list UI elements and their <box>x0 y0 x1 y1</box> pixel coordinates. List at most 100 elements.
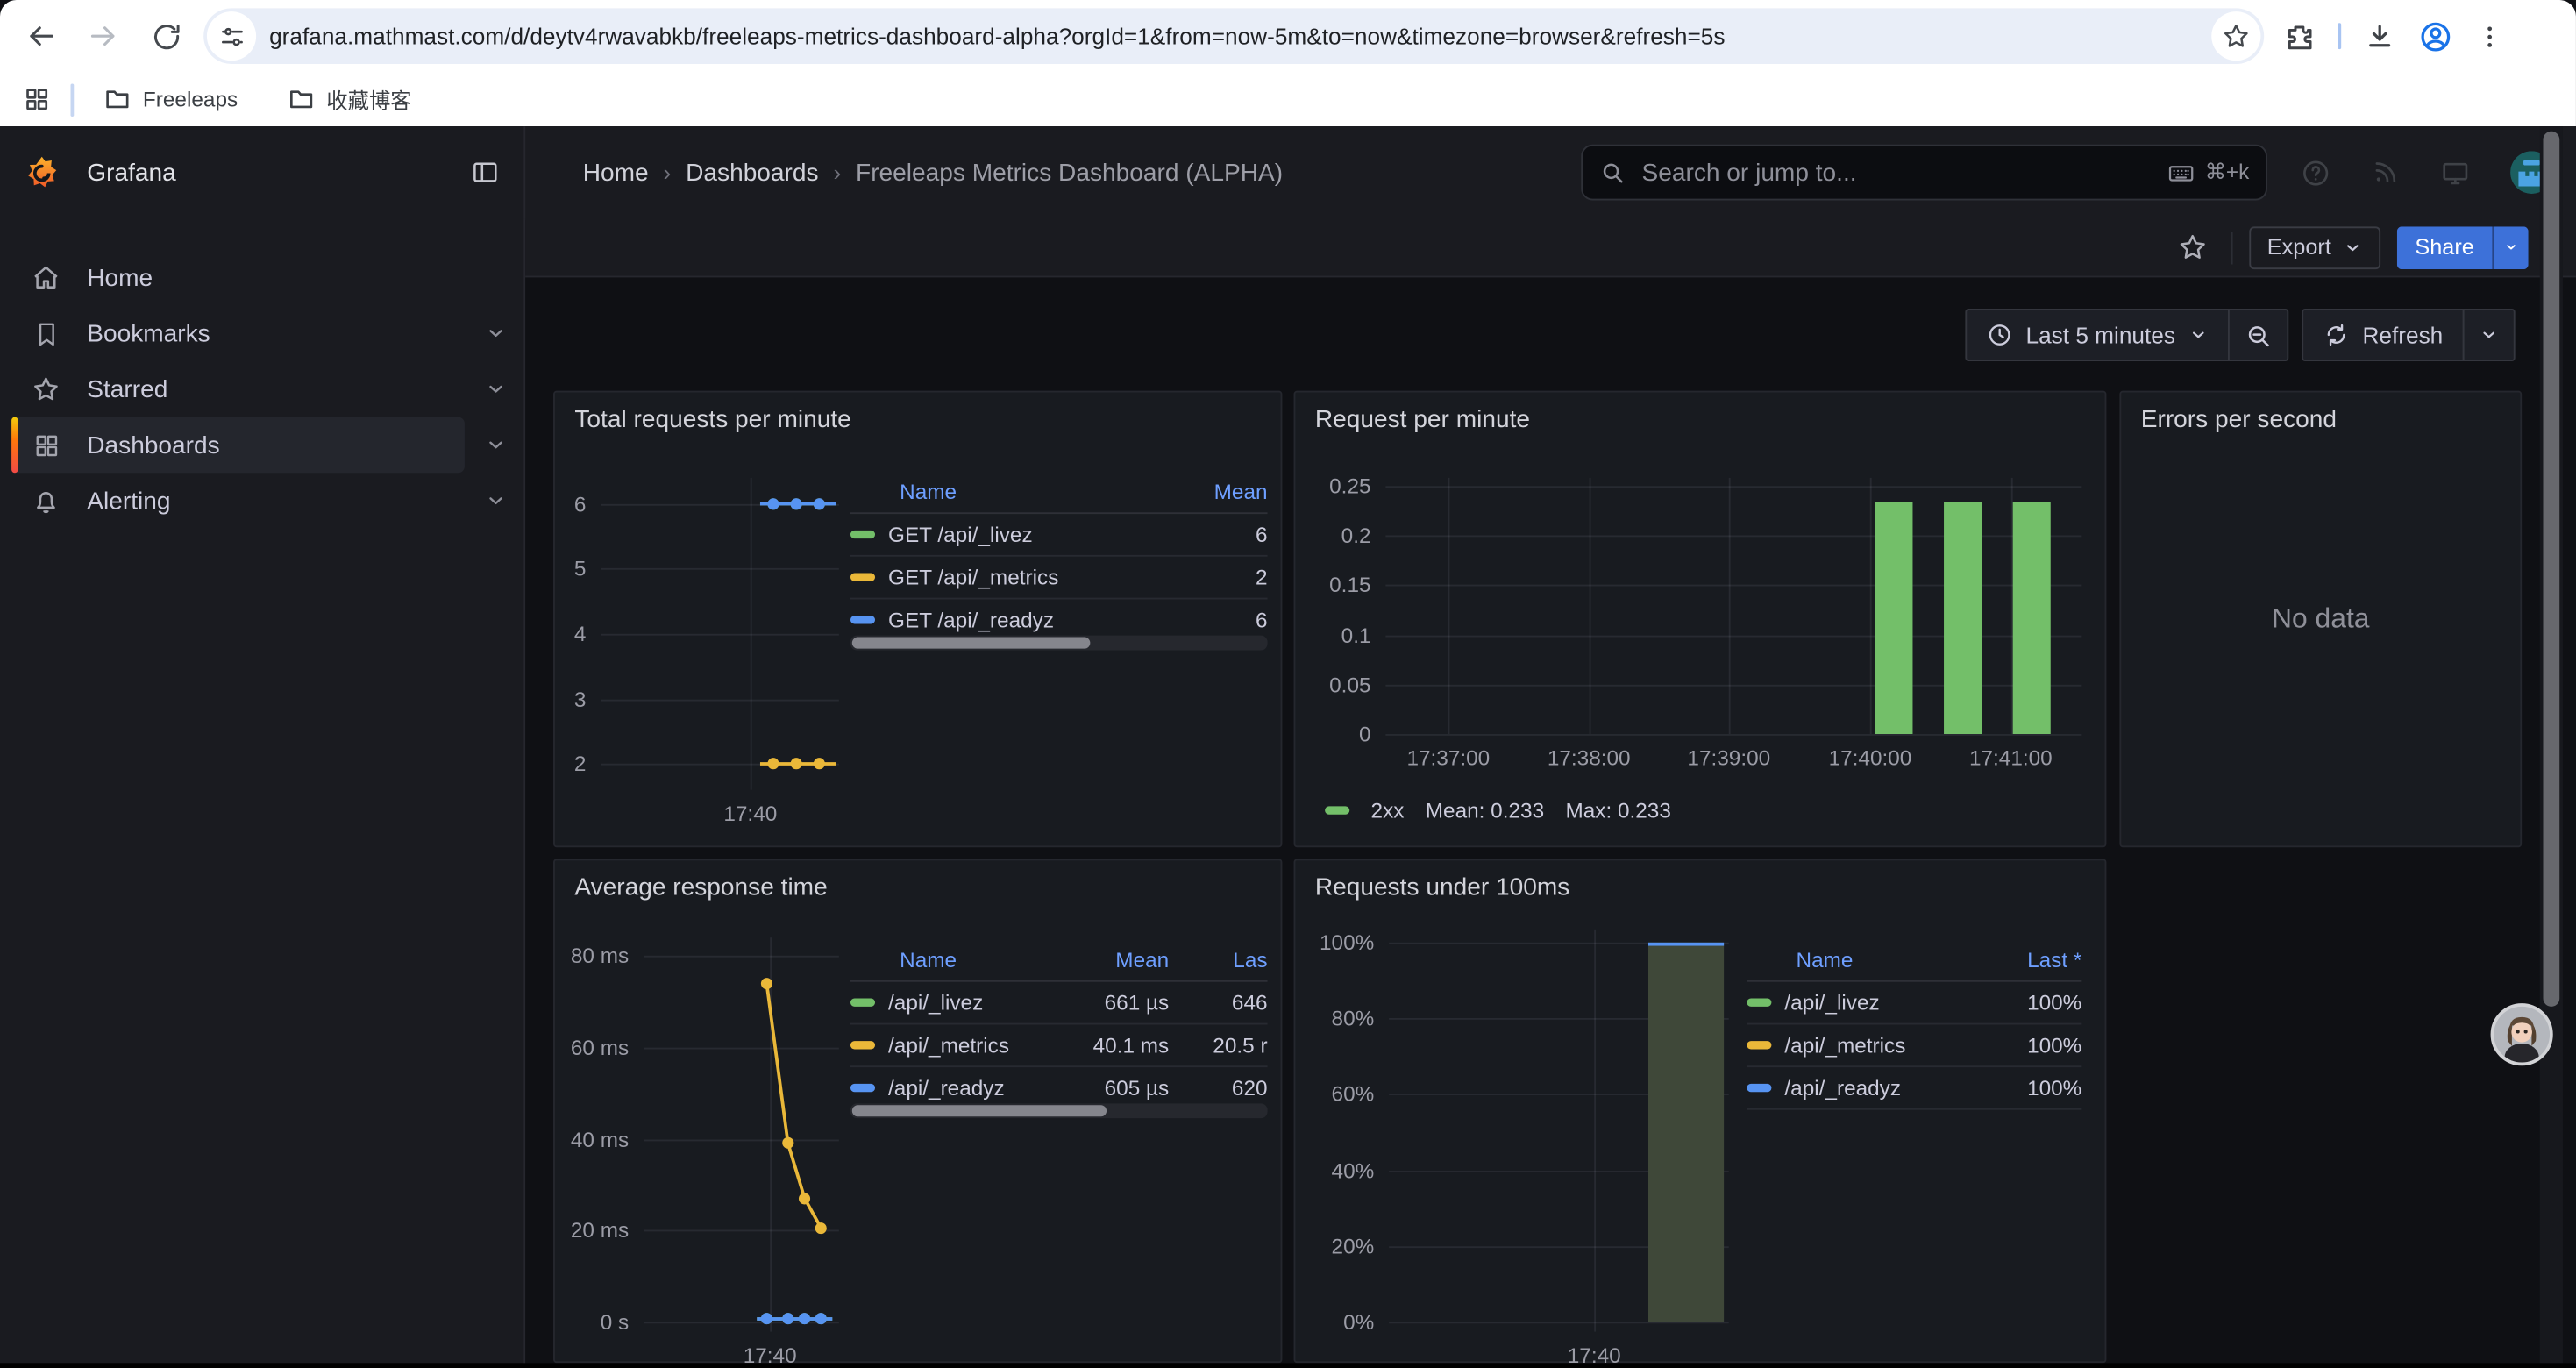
time-controls: Last 5 minutes Refresh <box>1965 309 2515 361</box>
browser-menu-icon[interactable] <box>2476 22 2504 50</box>
bookmark-folder-freeleaps[interactable]: Freeleaps <box>90 78 251 121</box>
sidebar-item-label: Home <box>87 264 465 292</box>
data-point-GET /api/_metrics <box>814 758 825 769</box>
header-icons <box>2300 151 2552 194</box>
chevron-down-icon[interactable] <box>484 489 507 512</box>
panel-title[interactable]: Average response time <box>574 873 827 901</box>
breadcrumb-home[interactable]: Home <box>583 159 649 187</box>
legend-inline: 2xx Mean: 0.233 Max: 0.233 <box>1325 798 1671 823</box>
legend-col-name[interactable]: Name <box>850 946 1084 971</box>
zoom-out-icon <box>2245 321 2273 349</box>
news-rss-icon[interactable] <box>2371 158 2401 188</box>
legend-scrollbar[interactable] <box>850 636 1268 651</box>
series-name[interactable]: /api/_readyz <box>888 1075 1005 1100</box>
series-name[interactable]: GET /api/_livez <box>888 522 1033 546</box>
chevron-down-icon[interactable] <box>484 433 507 456</box>
downloads-icon[interactable] <box>2364 20 2395 52</box>
page-scrollbar-thumb[interactable] <box>2544 132 2560 1007</box>
favorite-dashboard-button[interactable] <box>2170 225 2215 270</box>
brand-name[interactable]: Grafana <box>87 159 175 187</box>
chart-requests-under-100ms[interactable]: 100%80%60%40%20%0%17:40 <box>1389 930 1729 1332</box>
legend-scrollbar-thumb[interactable] <box>852 1105 1107 1116</box>
sidebar-item-dashboards[interactable]: Dashboards <box>11 417 465 474</box>
y-axis-tick-label: 6 <box>550 491 586 516</box>
sidebar-item-alerting[interactable]: Alerting <box>11 473 465 529</box>
monitor-icon[interactable] <box>2440 157 2472 189</box>
zoom-out-time-button[interactable] <box>2228 309 2288 361</box>
series-name[interactable]: /api/_metrics <box>1784 1033 1905 1058</box>
breadcrumb: Home › Dashboards › Freeleaps Metrics Da… <box>583 159 1581 187</box>
search-input[interactable] <box>1639 157 2154 189</box>
grafana-header: Grafana Home › Dashboards › Freeleaps Me… <box>0 126 2576 220</box>
y-axis-tick-label: 0.2 <box>1315 524 1371 548</box>
series-name[interactable]: /api/_livez <box>888 990 983 1015</box>
panel-title[interactable]: Total requests per minute <box>574 406 850 434</box>
search-box[interactable]: ⌘+k <box>1581 145 2267 201</box>
line-/api/_metrics <box>766 983 821 1228</box>
series-name[interactable]: /api/_metrics <box>888 1033 1009 1058</box>
export-button[interactable]: Export <box>2249 225 2380 268</box>
sidebar-item-home[interactable]: Home <box>11 250 465 306</box>
series-name[interactable]: 2xx <box>1371 798 1405 823</box>
sidebar-item-starred[interactable]: Starred <box>11 361 465 417</box>
grafana-logo[interactable] <box>23 153 60 191</box>
apps-grid-icon[interactable] <box>23 85 51 113</box>
sidebar-toggle-icon[interactable] <box>470 158 502 188</box>
browser-reload-button[interactable] <box>138 8 194 64</box>
browser-back-button[interactable] <box>13 8 69 64</box>
breadcrumb-dashboards[interactable]: Dashboards <box>686 159 818 187</box>
chevron-down-icon[interactable] <box>484 378 507 401</box>
browser-toolbar <box>0 0 2576 72</box>
series-name[interactable]: /api/_livez <box>1784 990 1879 1015</box>
breadcrumb-separator: › <box>833 160 841 186</box>
legend-col-mean[interactable]: Mean <box>1182 479 1267 503</box>
legend-col-last[interactable]: Last * <box>1996 946 2081 971</box>
chart-total-requests[interactable]: 6543217:40 <box>601 478 839 790</box>
time-range-picker[interactable]: Last 5 minutes <box>1965 309 2230 361</box>
help-icon[interactable] <box>2300 157 2331 189</box>
legend-col-name[interactable]: Name <box>850 479 1182 503</box>
site-settings-icon[interactable] <box>207 11 256 61</box>
page-scrollbar[interactable] <box>2540 126 2563 1363</box>
share-dropdown-button[interactable] <box>2492 225 2528 268</box>
data-point-/api/_metrics <box>761 978 772 989</box>
sidebar-item-bookmarks[interactable]: Bookmarks <box>11 305 465 361</box>
series-mean: 605 µs <box>1084 1075 1169 1100</box>
x-axis-tick-label: 17:40 <box>744 1343 797 1368</box>
legend-col-name[interactable]: Name <box>1747 946 1996 971</box>
legend-col-last[interactable]: Las <box>1185 946 1268 971</box>
breadcrumb-separator: › <box>664 160 672 186</box>
extensions-icon[interactable] <box>2284 20 2316 52</box>
panel-title[interactable]: Request per minute <box>1315 406 1530 434</box>
legend-scrollbar[interactable] <box>850 1103 1268 1118</box>
url-bar[interactable] <box>203 8 2264 64</box>
data-point-/api/_readyz <box>782 1313 793 1324</box>
series-name[interactable]: GET /api/_metrics <box>888 565 1058 589</box>
share-button[interactable]: Share <box>2397 225 2493 268</box>
series-name[interactable]: GET /api/_readyz <box>888 608 1054 632</box>
chart-request-per-minute[interactable]: 0.250.20.150.10.05017:37:0017:38:0017:39… <box>1385 478 2081 734</box>
bar-2xx <box>2014 502 2052 734</box>
panel-title[interactable]: Requests under 100ms <box>1315 873 1569 901</box>
legend-row: /api/_metrics 40.1 ms 20.5 r <box>850 1024 1268 1067</box>
series-last: 100% <box>1996 990 2081 1015</box>
dashboard-canvas: Last 5 minutes Refresh <box>525 277 2576 1363</box>
series-name[interactable]: /api/_readyz <box>1784 1075 1901 1100</box>
chart-average-response-time[interactable]: 80 ms60 ms40 ms20 ms0 s17:40 <box>644 937 839 1331</box>
refresh-interval-dropdown[interactable] <box>2463 309 2516 361</box>
series-color-dash <box>1747 1084 1771 1092</box>
series-mean-label: Mean: 0.233 <box>1426 798 1544 823</box>
refresh-button[interactable]: Refresh <box>2302 309 2464 361</box>
browser-forward-button[interactable] <box>75 8 132 64</box>
legend-col-mean[interactable]: Mean <box>1084 946 1169 971</box>
profile-icon[interactable] <box>2418 19 2452 53</box>
url-input[interactable] <box>256 8 2211 64</box>
chevron-down-icon[interactable] <box>484 322 507 345</box>
bookmark-folder-blog[interactable]: 收藏博客 <box>274 78 424 121</box>
legend-scrollbar-thumb[interactable] <box>852 638 1090 649</box>
series-mean: 6 <box>1182 608 1267 632</box>
legend-header: Name Mean <box>850 470 1268 515</box>
floating-assistant-avatar[interactable] <box>2491 1003 2553 1065</box>
legend-row: /api/_livez 100% <box>1747 982 2081 1025</box>
bookmark-star-icon[interactable] <box>2211 11 2260 61</box>
